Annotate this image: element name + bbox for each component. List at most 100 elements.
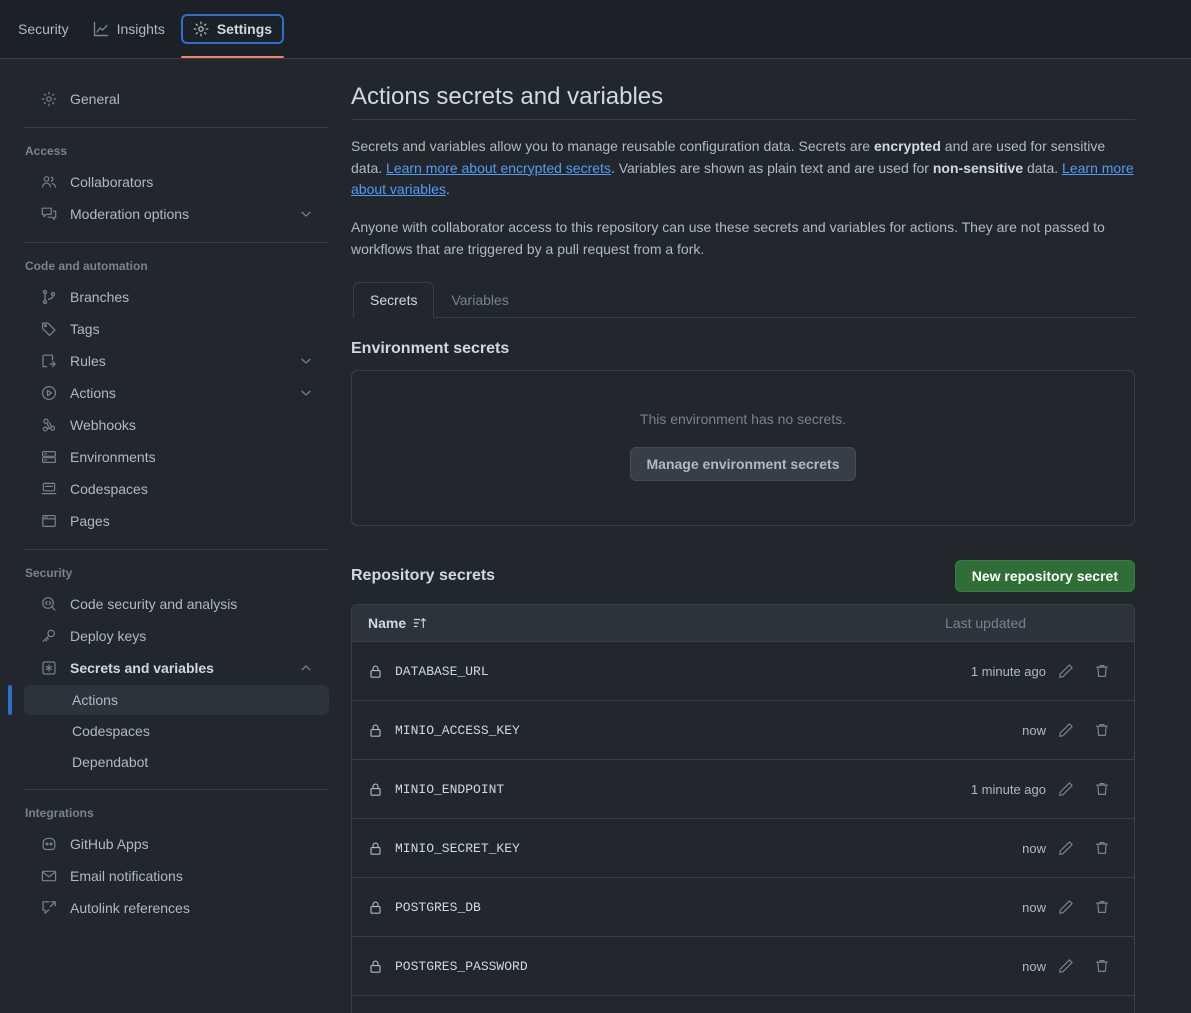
- secret-last-updated: 1 minute ago: [970, 663, 1046, 679]
- lock-icon: [368, 959, 383, 974]
- gear-icon: [193, 21, 209, 37]
- sidebar-item-label: Actions: [70, 385, 116, 401]
- desc-bold-non-sensitive: non-sensitive: [932, 159, 1024, 176]
- pencil-icon[interactable]: [1050, 950, 1082, 982]
- sidebar-subitem-label: Dependabot: [72, 754, 149, 770]
- nav-item-label: Settings: [216, 21, 273, 37]
- trash-icon[interactable]: [1086, 832, 1118, 864]
- main-content: Actions secrets and variables Secrets an…: [337, 59, 1191, 1013]
- lock-icon: [368, 841, 383, 856]
- nav-item-security[interactable]: Security: [10, 14, 77, 44]
- nav-item-label: Insights: [116, 21, 165, 37]
- trash-icon[interactable]: [1086, 655, 1118, 687]
- nav-item-settings[interactable]: Settings: [180, 14, 285, 58]
- sidebar-item-label: Code security and analysis: [70, 596, 238, 612]
- browser-icon: [41, 513, 57, 529]
- pencil-icon[interactable]: [1050, 1009, 1082, 1013]
- sidebar-item-moderation-options[interactable]: Moderation options: [16, 198, 329, 230]
- link-encrypted-secrets[interactable]: Learn more about encrypted secrets: [386, 160, 611, 176]
- secret-last-updated: now: [1022, 958, 1046, 974]
- new-repository-secret-button[interactable]: New repository secret: [954, 560, 1135, 593]
- pencil-icon[interactable]: [1050, 714, 1082, 746]
- sidebar-item-deploy-keys[interactable]: Deploy keys: [16, 620, 329, 652]
- sidebar-item-collaborators[interactable]: Collaborators: [16, 166, 329, 198]
- key-icon: [41, 628, 57, 644]
- sidebar-item-email-notifications[interactable]: Email notifications: [16, 860, 329, 892]
- sidebar-subitem-codespaces[interactable]: Codespaces: [24, 716, 329, 746]
- sidebar-item-label: Tags: [70, 321, 100, 337]
- page-title: Actions secrets and variables: [351, 83, 1135, 120]
- sidebar-item-webhooks[interactable]: Webhooks: [16, 409, 329, 441]
- tab-variables[interactable]: Variables: [434, 282, 525, 318]
- tag-icon: [41, 321, 57, 337]
- chevron-up-icon[interactable]: [299, 661, 313, 675]
- play-icon: [41, 385, 57, 401]
- description-paragraph-2: Anyone with collaborator access to this …: [351, 219, 1105, 257]
- repository-secrets-table: Name Last updated DATABASE_URL 1 minute …: [351, 604, 1135, 1013]
- pencil-icon[interactable]: [1050, 891, 1082, 923]
- sidebar-item-codespaces[interactable]: Codespaces: [16, 473, 329, 505]
- sidebar-item-environments[interactable]: Environments: [16, 441, 329, 473]
- sidebar-item-general[interactable]: General: [16, 83, 329, 115]
- sidebar-item-branches[interactable]: Branches: [16, 281, 329, 313]
- sidebar-item-label: Environments: [70, 449, 156, 465]
- trash-icon[interactable]: [1086, 950, 1118, 982]
- sidebar-item-github-apps[interactable]: GitHub Apps: [16, 828, 329, 860]
- sidebar-divider: [24, 789, 329, 790]
- desc-text: Secrets and variables allow you to manag…: [351, 138, 874, 154]
- desc-bold-encrypted: encrypted: [873, 138, 941, 154]
- lock-icon: [368, 664, 383, 679]
- sidebar-item-autolink-references[interactable]: Autolink references: [16, 892, 329, 924]
- sidebar-subitem-dependabot[interactable]: Dependabot: [24, 747, 329, 777]
- table-row: POSTGRES_USER now: [352, 996, 1134, 1013]
- graph-icon: [93, 21, 109, 37]
- sidebar-item-secrets-and-variables[interactable]: Secrets and variables: [16, 652, 329, 684]
- pencil-icon[interactable]: [1050, 832, 1082, 864]
- sidebar-item-label: General: [70, 91, 120, 107]
- tab-secrets[interactable]: Secrets: [353, 282, 435, 319]
- sidebar-item-tags[interactable]: Tags: [16, 313, 329, 345]
- secret-name: MINIO_ENDPOINT: [395, 781, 505, 797]
- trash-icon[interactable]: [1086, 773, 1118, 805]
- sidebar-item-label: Webhooks: [70, 417, 136, 433]
- column-header-name-label: Name: [368, 615, 407, 632]
- trash-icon[interactable]: [1086, 1009, 1118, 1013]
- table-row: POSTGRES_PASSWORD now: [352, 937, 1134, 997]
- table-header: Name Last updated: [352, 605, 1134, 643]
- sidebar-item-label: Moderation options: [70, 206, 190, 222]
- chevron-down-icon[interactable]: [299, 207, 313, 221]
- gear-icon: [41, 91, 57, 107]
- table-row: MINIO_ENDPOINT 1 minute ago: [352, 760, 1134, 820]
- sidebar-item-actions[interactable]: Actions: [16, 377, 329, 409]
- desc-text: .: [445, 181, 450, 198]
- column-header-name[interactable]: Name: [368, 615, 427, 631]
- sidebar-item-code-security-and-analysis[interactable]: Code security and analysis: [16, 588, 329, 620]
- chevron-down-icon[interactable]: [299, 354, 313, 368]
- secret-name: MINIO_SECRET_KEY: [395, 840, 520, 856]
- codescan-icon: [41, 596, 57, 612]
- secret-last-updated: 1 minute ago: [970, 781, 1046, 797]
- secret-name: POSTGRES_PASSWORD: [395, 958, 528, 974]
- sidebar-subitem-actions[interactable]: Actions: [8, 685, 329, 715]
- trash-icon[interactable]: [1086, 714, 1118, 746]
- git-branch-icon: [41, 289, 57, 305]
- description-paragraph-1: Secrets and variables allow you to manag…: [351, 136, 1135, 201]
- pencil-icon[interactable]: [1050, 655, 1082, 687]
- sidebar-divider: [24, 127, 329, 128]
- chevron-down-icon[interactable]: [299, 386, 313, 400]
- sidebar-item-rules[interactable]: Rules: [16, 345, 329, 377]
- pencil-icon[interactable]: [1050, 773, 1082, 805]
- nav-item-insights[interactable]: Insights: [85, 14, 173, 44]
- sidebar-item-label: Secrets and variables: [70, 660, 214, 676]
- sidebar-item-label: GitHub Apps: [70, 836, 149, 852]
- cross-reference-icon: [41, 900, 57, 916]
- trash-icon[interactable]: [1086, 891, 1118, 923]
- table-row: POSTGRES_DB now: [352, 878, 1134, 938]
- secret-last-updated: now: [1022, 722, 1046, 738]
- manage-environment-secrets-button[interactable]: Manage environment secrets: [629, 447, 857, 482]
- nav-item-label: Security: [18, 21, 69, 37]
- sort-asc-icon[interactable]: [413, 616, 427, 630]
- desc-text: . Variables are shown as plain text and …: [610, 159, 933, 176]
- sidebar-item-pages[interactable]: Pages: [16, 505, 329, 537]
- table-row: DATABASE_URL 1 minute ago: [352, 642, 1134, 702]
